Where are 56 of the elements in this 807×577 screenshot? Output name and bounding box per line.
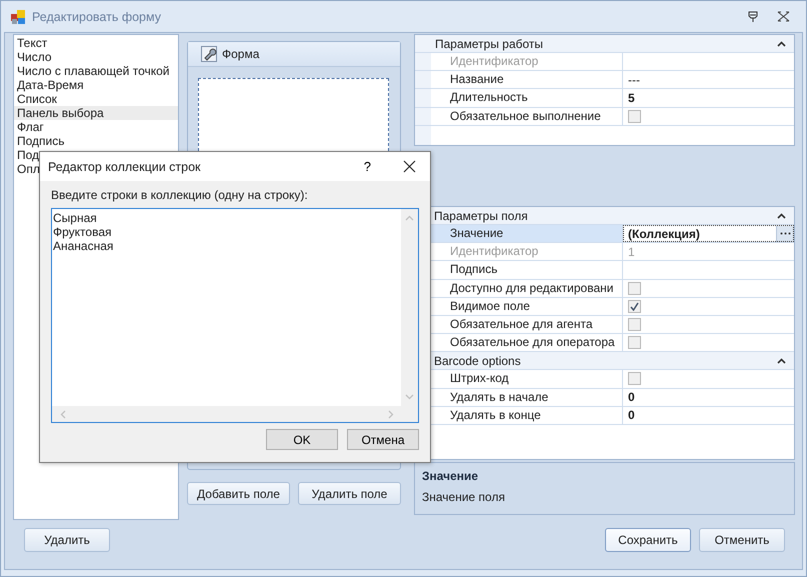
dialog-button[interactable]: Отмена xyxy=(347,429,419,450)
category-header[interactable]: Параметры поля xyxy=(434,208,528,222)
scroll-down-icon[interactable] xyxy=(405,394,414,400)
checkbox[interactable] xyxy=(628,300,641,313)
form-button[interactable]: Добавить поле xyxy=(187,482,290,505)
list-item[interactable]: Число с плавающей точкой xyxy=(14,64,178,78)
collapse-icon[interactable] xyxy=(777,358,786,364)
form-button[interactable]: Удалить поле xyxy=(298,482,401,505)
scroll-right-icon[interactable] xyxy=(388,410,394,418)
checkbox[interactable] xyxy=(628,110,641,123)
dialog-title: Редактор коллекции строк xyxy=(48,160,202,174)
footer-button[interactable]: Отменить xyxy=(699,528,785,552)
footer-button[interactable]: Сохранить xyxy=(605,528,691,552)
list-item[interactable]: Подпись xyxy=(14,134,178,148)
list-item[interactable]: Флаг xyxy=(14,120,178,134)
close-icon[interactable] xyxy=(403,160,416,173)
scroll-bar[interactable] xyxy=(52,406,418,422)
list-item[interactable]: Панель выбора xyxy=(14,106,178,120)
scroll-left-icon[interactable] xyxy=(60,410,66,418)
close-icon[interactable] xyxy=(777,11,790,22)
scroll-up-icon[interactable] xyxy=(405,215,414,221)
wrench-icon xyxy=(201,46,217,62)
checkbox[interactable] xyxy=(628,372,641,386)
list-item[interactable]: Список xyxy=(14,92,178,106)
dialog-button[interactable]: OK xyxy=(266,429,338,450)
window-title: Редактировать форму xyxy=(32,10,161,24)
collapse-icon[interactable] xyxy=(777,212,786,218)
property-value[interactable]: 0 xyxy=(628,390,635,404)
app-icon xyxy=(10,8,26,24)
footer-button[interactable]: Удалить xyxy=(24,528,110,552)
property-value[interactable]: (Коллекция) xyxy=(628,226,700,241)
property-value[interactable]: 0 xyxy=(628,408,635,422)
property-value[interactable]: --- xyxy=(628,72,640,87)
prompt-label: Введите строки в коллекцию (одну на строку): xyxy=(51,188,309,202)
list-item[interactable]: Число xyxy=(14,50,178,64)
description-text: Значение поля xyxy=(422,490,506,504)
property-name[interactable]: Обязательное выполнение xyxy=(431,108,623,125)
ellipsis-button[interactable] xyxy=(776,226,794,242)
list-item[interactable]: Текст xyxy=(14,36,178,50)
category-header[interactable]: Barcode options xyxy=(434,354,521,368)
list-item[interactable]: Дата-Время xyxy=(14,78,178,92)
property-value[interactable]: 5 xyxy=(628,90,635,105)
checkbox[interactable] xyxy=(628,318,641,332)
ellipsis-icon xyxy=(780,232,791,236)
help-button[interactable]: ? xyxy=(364,159,371,174)
check-icon xyxy=(630,302,639,311)
checkbox[interactable] xyxy=(628,336,641,350)
property-name[interactable]: Название xyxy=(431,71,623,88)
property-name[interactable]: Значение xyxy=(431,225,623,242)
checkbox[interactable] xyxy=(628,282,641,295)
pin-icon[interactable] xyxy=(747,10,759,22)
scroll-bar[interactable] xyxy=(401,209,418,406)
collapse-icon[interactable] xyxy=(777,40,786,46)
description-title: Значение xyxy=(422,469,480,483)
panel-title: Форма xyxy=(222,47,260,61)
property-name[interactable]: Длительность xyxy=(431,89,623,107)
